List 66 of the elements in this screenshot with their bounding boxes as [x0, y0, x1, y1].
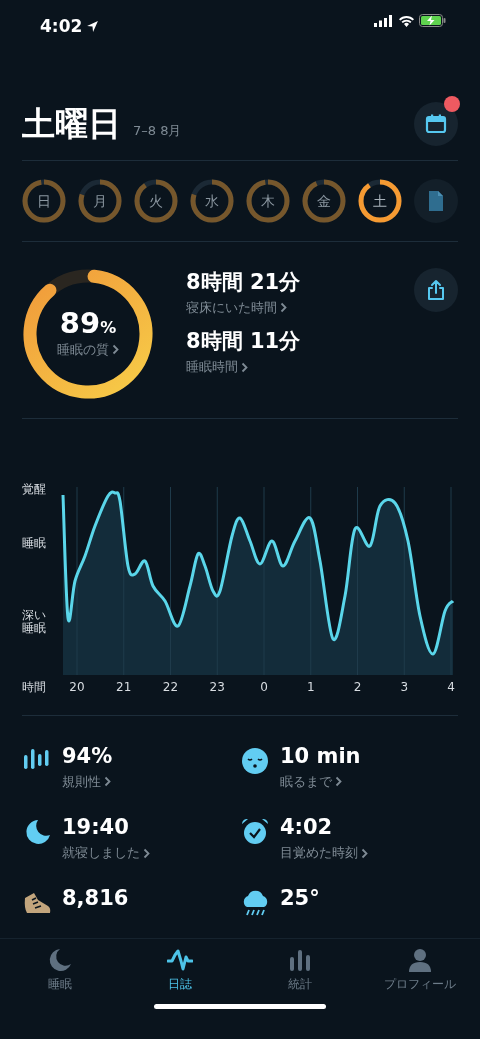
document-icon — [427, 190, 445, 212]
axis-tick-label: 2 — [353, 680, 362, 693]
tab[interactable]: 日誌 — [120, 939, 240, 994]
date-range: 7–8 8月 — [133, 122, 182, 141]
share-button[interactable] — [414, 268, 458, 312]
axis-tick-label: 3 — [400, 680, 409, 693]
report-button[interactable] — [414, 179, 458, 223]
metric-label[interactable]: 規則性 — [62, 772, 101, 792]
chevron-icon — [361, 847, 368, 859]
axis-tick-label: 1 — [306, 680, 315, 693]
chevron-icon — [280, 302, 287, 314]
axis-title: 時間 — [22, 680, 46, 693]
wifi-icon — [398, 14, 415, 27]
chevron-icon — [335, 776, 342, 788]
axis-tick-label: 23 — [209, 680, 225, 693]
wave-icon — [167, 947, 193, 973]
axis-label: 深い睡眠 — [22, 609, 47, 636]
axis-label: 睡眠 — [22, 537, 47, 551]
stat-value: 94% — [62, 744, 113, 770]
metric-label[interactable]: 睡眠の質 — [57, 340, 109, 360]
calendar-icon — [425, 113, 447, 135]
metric-label[interactable]: 寝床にいた時間 — [186, 298, 277, 318]
moon-icon — [47, 947, 73, 973]
axis-tick-label: 4 — [447, 680, 455, 693]
axis-tick-label: 0 — [260, 680, 268, 693]
axis-label: 覚醒 — [22, 483, 47, 497]
stat-value: 19:40 — [62, 815, 130, 841]
stat-value: 10 min — [280, 744, 361, 770]
axis-tick-label: 20 — [69, 680, 85, 693]
stat-value: 8,816 — [62, 886, 129, 912]
chevron-icon — [112, 344, 119, 356]
day-label: 水 — [205, 191, 219, 211]
stat-value: 25° — [280, 886, 320, 912]
day-label: 金 — [317, 191, 331, 211]
stat-value: 4:02 — [280, 815, 334, 841]
axis-tick-label: 22 — [162, 680, 179, 693]
tab[interactable]: 統計 — [240, 939, 360, 994]
calendar-button[interactable] — [414, 102, 458, 146]
metric-label[interactable]: 目覚めた時刻 — [280, 843, 358, 863]
bar-chart-icon — [287, 947, 313, 973]
axis-tick-label: 21 — [116, 680, 132, 693]
chevron-icon — [143, 847, 150, 859]
person-icon — [407, 947, 433, 973]
location-arrow-icon — [86, 20, 100, 34]
metric-value: 8時間 11分 — [186, 329, 302, 355]
clock-time: 4:02 — [40, 15, 83, 38]
day-ring[interactable] — [358, 179, 402, 223]
day-label: 火 — [149, 191, 163, 211]
battery-charging-icon — [419, 14, 446, 27]
day-label: 土 — [373, 191, 387, 211]
day-title: 土曜日 — [22, 107, 121, 141]
chevron-icon — [104, 776, 111, 788]
metric-label[interactable]: 眠るまで — [280, 772, 332, 792]
day-label: 日 — [37, 191, 51, 211]
quality-score: 89% — [59, 308, 117, 341]
signal-icon — [374, 14, 394, 27]
tab[interactable]: 睡眠 — [0, 939, 120, 994]
chevron-icon — [241, 361, 248, 373]
metric-value: 8時間 21分 — [186, 270, 302, 296]
day-label: 木 — [261, 191, 275, 211]
sleeping-face-icon — [240, 746, 270, 776]
day-label: 月 — [93, 191, 107, 211]
tab[interactable]: プロフィール — [360, 939, 480, 994]
share-icon — [426, 279, 446, 301]
metric-label[interactable]: 就寝しました — [62, 843, 140, 863]
metric-label[interactable]: 睡眠時間 — [186, 357, 238, 377]
